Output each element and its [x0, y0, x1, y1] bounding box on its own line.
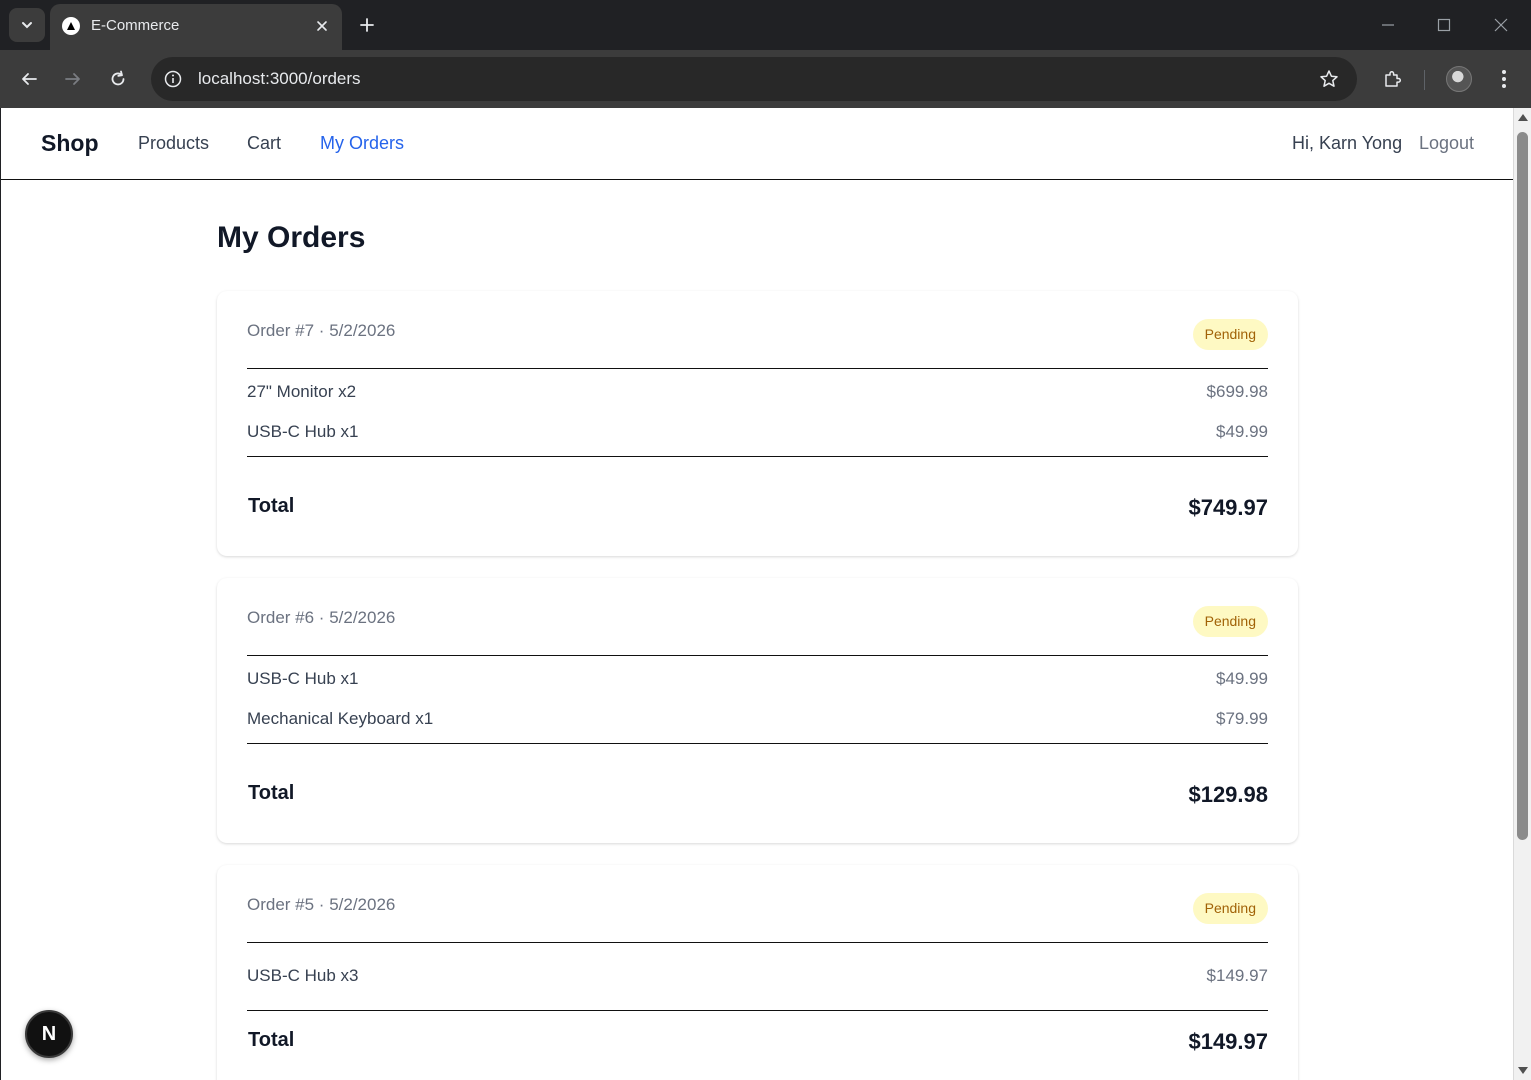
back-icon	[22, 73, 37, 85]
item-price: $49.99	[1216, 422, 1268, 441]
order-header: Order #5 · 5/2/2026 Pending	[247, 865, 1268, 943]
user-greeting: Hi, Karn Yong	[1292, 133, 1403, 153]
reload-button[interactable]	[104, 65, 132, 93]
order-card: Order #5 · 5/2/2026 Pending USB-C Hub x3…	[217, 865, 1298, 1080]
close-icon	[317, 21, 327, 31]
list-item: 27" Monitor x2 $699.98	[247, 370, 1268, 410]
item-name: 27" Monitor x2	[247, 382, 357, 401]
star-icon	[1320, 70, 1338, 87]
url-text[interactable]: localhost:3000/orders	[198, 69, 361, 89]
item-name: USB-C Hub x3	[247, 966, 359, 985]
order-card: Order #7 · 5/2/2026 Pending 27" Monitor …	[217, 291, 1298, 556]
page-title: My Orders	[217, 221, 366, 254]
total-label: Total	[248, 782, 295, 804]
list-item: Mechanical Keyboard x1 $79.99	[247, 697, 1268, 743]
nav-link-my-orders[interactable]: My Orders	[320, 133, 404, 154]
total-label: Total	[248, 495, 295, 517]
order-items: 27" Monitor x2 $699.98 USB-C Hub x1 $49.…	[247, 370, 1268, 457]
close-icon	[1494, 18, 1508, 32]
browser-tab[interactable]: E-Commerce	[50, 4, 342, 50]
total-value: $149.97	[1188, 1029, 1268, 1054]
extensions-icon	[1385, 70, 1402, 87]
reload-icon	[111, 70, 125, 86]
total-value: $749.97	[1188, 495, 1268, 520]
scroll-up-icon[interactable]	[1518, 114, 1528, 121]
forward-button[interactable]	[59, 65, 87, 93]
order-meta: Order #7 · 5/2/2026	[247, 321, 396, 340]
bookmark-button[interactable]	[1317, 67, 1341, 91]
kebab-menu-icon	[1502, 70, 1506, 88]
address-bar[interactable]: localhost:3000/orders	[151, 57, 1357, 101]
tab-title: E-Commerce	[91, 17, 180, 34]
item-price: $149.97	[1206, 966, 1268, 985]
status-badge: Pending	[1192, 606, 1268, 637]
brand-logo[interactable]: Shop	[41, 130, 99, 157]
order-items: USB-C Hub x3 $149.97	[247, 944, 1268, 1011]
list-item: USB-C Hub x1 $49.99	[247, 657, 1268, 697]
nav-link-cart[interactable]: Cart	[247, 133, 281, 154]
maximize-icon	[1437, 18, 1451, 32]
total-value: $129.98	[1188, 782, 1268, 807]
info-icon	[164, 70, 182, 88]
item-price: $699.98	[1206, 382, 1268, 401]
extensions-button[interactable]	[1378, 65, 1406, 93]
total-label: Total	[248, 1029, 295, 1051]
item-name: USB-C Hub x1	[247, 669, 359, 688]
forward-icon	[65, 73, 80, 85]
item-price: $79.99	[1216, 709, 1268, 728]
tab-close-button[interactable]	[312, 16, 332, 36]
window-close-button[interactable]	[1490, 14, 1512, 36]
new-tab-button[interactable]	[355, 13, 379, 37]
order-items: USB-C Hub x1 $49.99 Mechanical Keyboard …	[247, 657, 1268, 744]
order-header: Order #6 · 5/2/2026 Pending	[247, 578, 1268, 656]
tab-search-button[interactable]	[9, 8, 45, 42]
status-badge: Pending	[1192, 319, 1268, 350]
browser-toolbar: localhost:3000/orders	[0, 50, 1531, 108]
minimize-button[interactable]	[1377, 14, 1399, 36]
list-item: USB-C Hub x1 $49.99	[247, 410, 1268, 456]
logout-button[interactable]: Logout	[1419, 133, 1474, 154]
chevron-down-icon	[22, 22, 32, 29]
list-item: USB-C Hub x3 $149.97	[247, 944, 1268, 1010]
order-total: Total $149.97	[247, 1029, 1268, 1059]
order-card: Order #6 · 5/2/2026 Pending USB-C Hub x1…	[217, 578, 1298, 843]
order-total: Total $749.97	[247, 495, 1268, 525]
plus-icon	[360, 18, 374, 32]
site-info-button[interactable]	[161, 67, 185, 91]
browser-tab-bar: E-Commerce	[0, 0, 1531, 50]
item-name: USB-C Hub x1	[247, 422, 359, 441]
toolbar-separator	[1424, 70, 1425, 90]
order-total: Total $129.98	[247, 782, 1268, 812]
nextjs-dev-badge[interactable]: N	[25, 1010, 73, 1058]
page-scrollbar[interactable]	[1513, 108, 1531, 1080]
site-navbar: Shop Products Cart My Orders Hi, Karn Yo…	[1, 108, 1513, 180]
item-name: Mechanical Keyboard x1	[247, 709, 434, 728]
nav-link-products[interactable]: Products	[138, 133, 209, 154]
order-meta: Order #6 · 5/2/2026	[247, 608, 396, 627]
site-favicon-icon	[62, 17, 80, 35]
page-viewport: Shop Products Cart My Orders Hi, Karn Yo…	[0, 108, 1513, 1080]
scrollbar-thumb[interactable]	[1517, 132, 1528, 840]
status-badge: Pending	[1192, 893, 1268, 924]
order-meta: Order #5 · 5/2/2026	[247, 895, 396, 914]
browser-menu-button[interactable]	[1490, 65, 1518, 93]
profile-avatar[interactable]	[1446, 66, 1472, 92]
item-price: $49.99	[1216, 669, 1268, 688]
back-button[interactable]	[15, 65, 43, 93]
minimize-icon	[1382, 24, 1394, 26]
scroll-down-icon[interactable]	[1518, 1067, 1528, 1074]
order-header: Order #7 · 5/2/2026 Pending	[247, 291, 1268, 369]
maximize-button[interactable]	[1433, 14, 1455, 36]
